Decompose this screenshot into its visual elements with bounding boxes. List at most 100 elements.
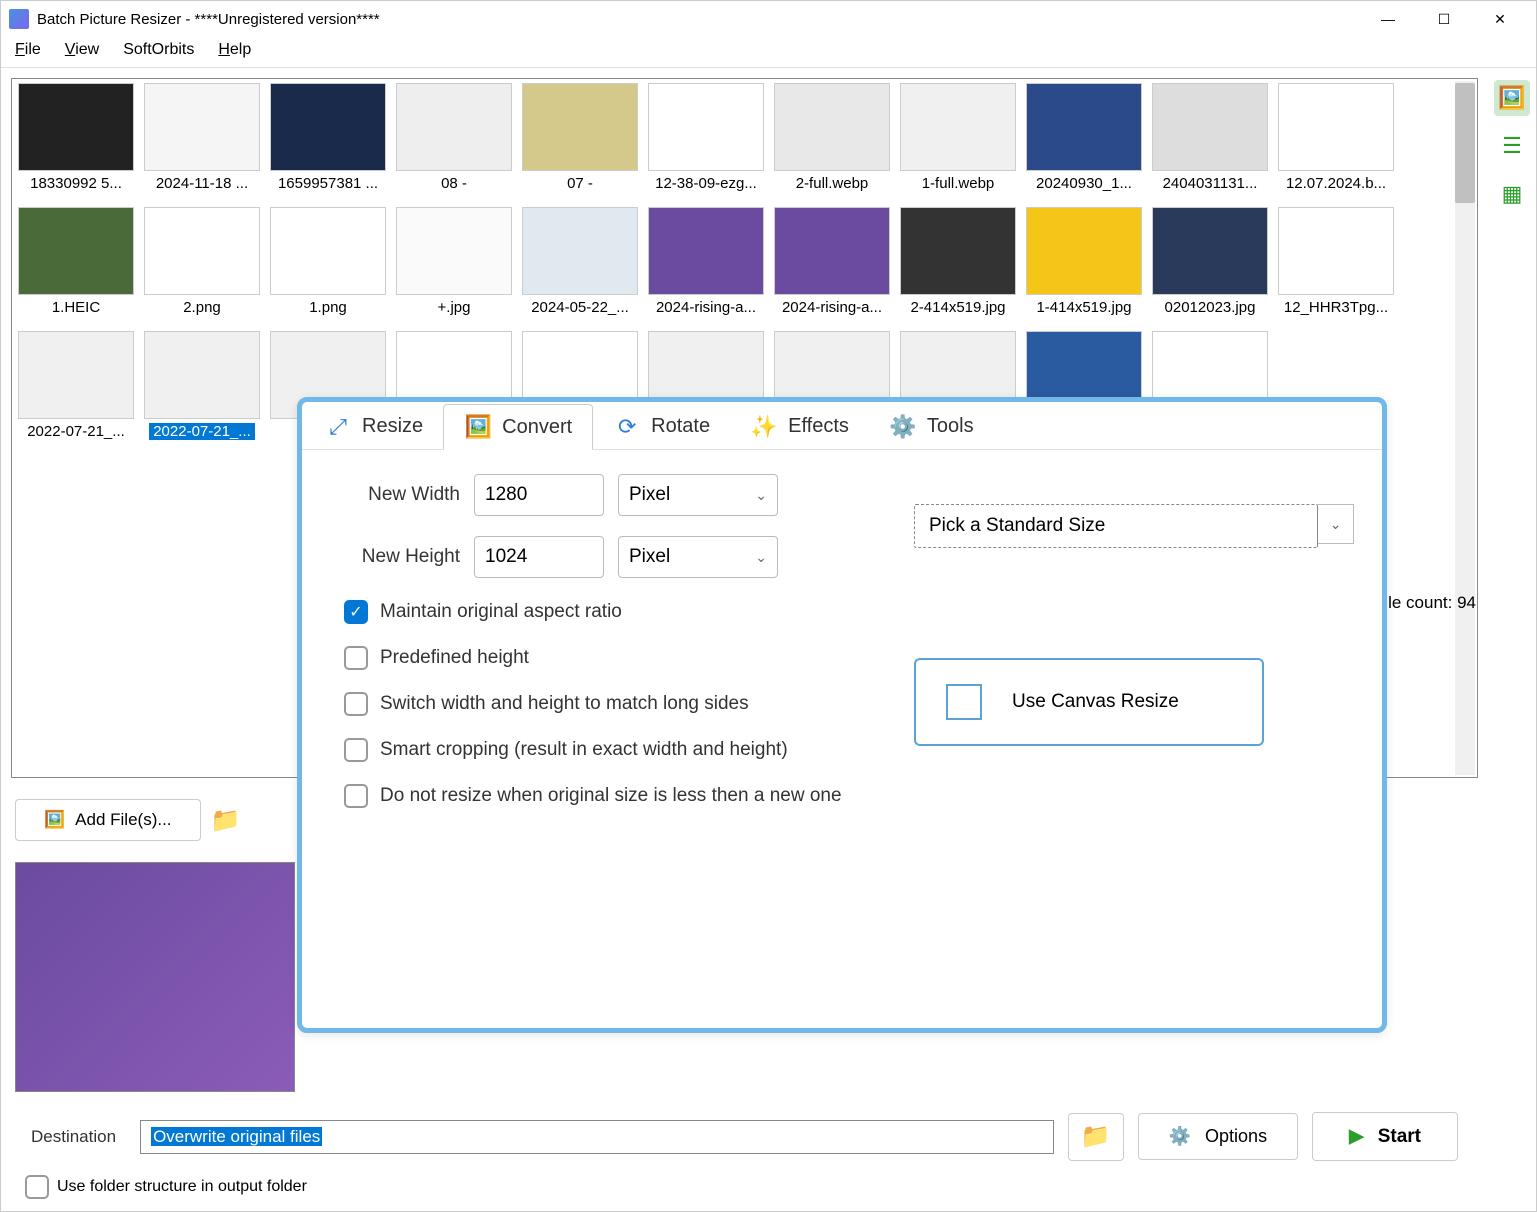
smart-crop-checkbox[interactable] [344,738,368,762]
folder-structure-label: Use folder structure in output folder [57,1178,307,1196]
maximize-button[interactable]: ☐ [1416,1,1472,37]
thumbnail-image [1152,207,1268,295]
standard-size-dropdown-button[interactable]: ⌄ [1318,504,1354,544]
thumbnail-label: 2404031131... [1163,175,1258,192]
chevron-down-icon: ⌄ [755,549,767,566]
add-files-button[interactable]: 🖼️ Add File(s)... [15,799,201,841]
thumbnail-image [522,83,638,171]
thumbnail-image [18,331,134,419]
thumbnail-image [396,207,512,295]
thumbnail-item[interactable]: 20240930_1... [1024,83,1144,201]
switch-wh-checkbox[interactable] [344,692,368,716]
add-folder-button[interactable]: 📁 [211,796,241,844]
standard-size-select[interactable]: Pick a Standard Size [914,504,1318,548]
browse-folder-button[interactable]: 📁 [1068,1113,1124,1161]
view-details[interactable]: ▦ [1494,176,1530,212]
thumbnail-item[interactable]: 08 - [394,83,514,201]
no-resize-smaller-checkbox[interactable] [344,784,368,808]
thumbnail-item[interactable]: 2024-rising-a... [646,207,766,325]
thumbnail-label: 1.png [309,299,347,316]
predefined-height-label: Predefined height [380,647,529,669]
thumbnail-item[interactable]: 2404031131... [1150,83,1270,201]
chevron-down-icon: ⌄ [1330,516,1342,533]
thumbnail-item[interactable]: 12-38-09-ezg... [646,83,766,201]
thumbnail-label: 1-full.webp [922,175,995,192]
start-button[interactable]: ▶ Start [1312,1112,1458,1161]
new-height-input[interactable] [474,536,604,578]
destination-value: Overwrite original files [151,1127,322,1146]
thumbnail-item[interactable]: 2024-11-18 ... [142,83,262,201]
thumbnail-item[interactable]: 2-full.webp [772,83,892,201]
predefined-height-row[interactable]: Predefined height [344,646,874,670]
play-icon: ▶ [1349,1125,1364,1148]
thumbnail-label: 1659957381 ... [278,175,378,192]
menu-file[interactable]: File [15,41,41,59]
menu-softorbits[interactable]: SoftOrbits [123,41,194,59]
close-button[interactable]: ✕ [1472,1,1528,37]
predefined-height-checkbox[interactable] [344,646,368,670]
no-resize-smaller-label: Do not resize when original size is less… [380,785,842,807]
thumbnail-image [144,83,260,171]
no-resize-smaller-row[interactable]: Do not resize when original size is less… [344,784,874,808]
thumbnail-image [270,207,386,295]
menubar: File View SoftOrbits Help [1,37,1536,68]
thumbnail-label: 2022-07-21_... [27,423,125,440]
tab-tools[interactable]: ⚙️ Tools [869,404,994,449]
minimize-button[interactable]: — [1360,1,1416,37]
thumbnail-label: 2024-11-18 ... [156,175,248,192]
folder-structure-checkbox-row[interactable]: Use folder structure in output folder [1,1171,1488,1211]
options-label: Options [1205,1126,1267,1147]
thumbnail-item[interactable]: 2024-05-22_... [520,207,640,325]
thumbnail-item[interactable]: 2022-07-21_... [16,331,136,449]
canvas-icon [946,684,982,720]
thumbnail-item[interactable]: 1.HEIC [16,207,136,325]
thumbnail-label: 12.07.2024.b... [1286,175,1386,192]
thumbnail-image [1152,83,1268,171]
thumbnail-item[interactable]: 1.png [268,207,388,325]
app-icon [9,9,29,29]
thumbnail-label: 1-414x519.jpg [1036,299,1131,316]
tab-tools-label: Tools [927,415,974,438]
thumbnail-item[interactable]: 02012023.jpg [1150,207,1270,325]
menu-view[interactable]: View [65,41,99,59]
canvas-resize-button[interactable]: Use Canvas Resize [914,658,1264,746]
width-unit-select[interactable]: Pixel ⌄ [618,474,778,516]
tab-effects[interactable]: ✨ Effects [730,404,869,449]
smart-crop-row[interactable]: Smart cropping (result in exact width an… [344,738,874,762]
thumbnail-item[interactable]: 07 - [520,83,640,201]
tab-convert[interactable]: 🖼️ Convert [443,404,593,450]
tab-resize[interactable]: ⤢ Resize [304,404,443,449]
thumbnail-item[interactable]: +.jpg [394,207,514,325]
thumbnail-item[interactable]: 2022-07-21_... [142,331,262,449]
view-large-icons[interactable]: 🖼️ [1494,80,1530,116]
maintain-ratio-checkbox[interactable]: ✓ [344,600,368,624]
thumbnail-label: 08 - [441,175,467,192]
scrollbar[interactable] [1455,81,1475,775]
new-width-input[interactable] [474,474,604,516]
view-list[interactable]: ☰ [1494,128,1530,164]
destination-input[interactable]: Overwrite original files [140,1120,1054,1154]
menu-help[interactable]: Help [218,41,251,59]
thumbnail-label: 2.png [183,299,221,316]
scroll-thumb[interactable] [1455,83,1475,203]
thumbnail-item[interactable]: 12_HHR3Tpg... [1276,207,1396,325]
height-unit-select[interactable]: Pixel ⌄ [618,536,778,578]
thumbnail-item[interactable]: 12.07.2024.b... [1276,83,1396,201]
thumbnail-item[interactable]: 18330992 5... [16,83,136,201]
thumbnail-item[interactable]: 2-414x519.jpg [898,207,1018,325]
thumbnail-item[interactable]: 1-full.webp [898,83,1018,201]
thumbnail-item[interactable]: 1-414x519.jpg [1024,207,1144,325]
tab-rotate[interactable]: ⟳ Rotate [593,404,730,449]
canvas-resize-label: Use Canvas Resize [1012,691,1179,713]
folder-structure-checkbox[interactable] [25,1175,49,1199]
switch-wh-row[interactable]: Switch width and height to match long si… [344,692,874,716]
thumbnail-image [774,83,890,171]
thumbnail-item[interactable]: 2024-rising-a... [772,207,892,325]
thumbnail-item[interactable]: 2.png [142,207,262,325]
thumbnail-item[interactable]: 1659957381 ... [268,83,388,201]
thumbnail-label: 07 - [567,175,593,192]
tools-icon: ⚙️ [889,413,917,441]
add-files-label: Add File(s)... [75,810,171,830]
options-button[interactable]: ⚙️ Options [1138,1113,1298,1160]
maintain-ratio-row[interactable]: ✓ Maintain original aspect ratio [344,600,874,624]
